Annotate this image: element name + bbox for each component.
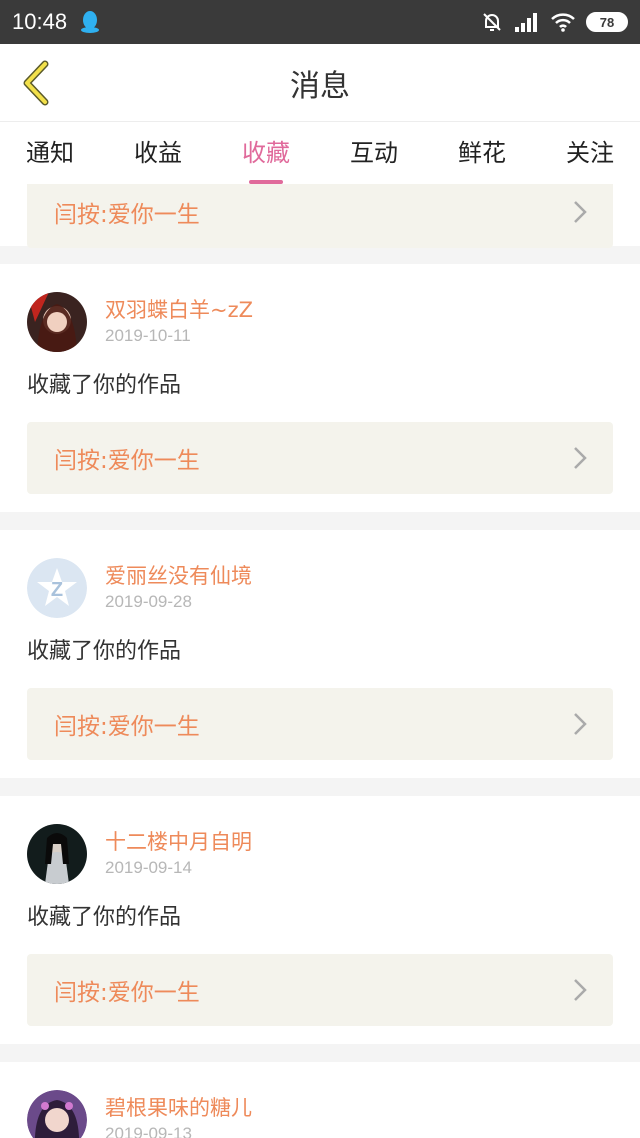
avatar[interactable] <box>27 292 87 352</box>
tab-earnings[interactable]: 收益 <box>134 133 182 174</box>
work-link[interactable]: 闫按:爱你一生 <box>27 184 613 248</box>
list-item: Z 爱丽丝没有仙境 2019-09-28 收藏了你的作品 闫按:爱你一生 <box>0 530 640 778</box>
work-title: 闫按:爱你一生 <box>54 714 200 740</box>
list-item: 双羽蝶白羊~zZ 2019-10-11 收藏了你的作品 闫按:爱你一生 <box>0 264 640 512</box>
avatar[interactable]: Z <box>27 558 87 618</box>
list-item: 十二楼中月自明 2019-09-14 收藏了你的作品 闫按:爱你一生 <box>0 796 640 1044</box>
work-link[interactable]: 闫按:爱你一生 <box>27 954 613 1026</box>
chevron-right-icon <box>574 979 587 1001</box>
date: 2019-09-14 <box>105 858 192 877</box>
chevron-right-icon <box>574 713 587 735</box>
action-text: 收藏了你的作品 <box>27 639 182 664</box>
work-title: 闫按:爱你一生 <box>54 448 200 474</box>
back-button[interactable] <box>14 58 58 108</box>
action-text: 收藏了你的作品 <box>27 905 182 930</box>
wifi-icon <box>551 13 575 32</box>
list-item: 闫按:爱你一生 <box>0 184 640 248</box>
username[interactable]: 双羽蝶白羊~zZ <box>105 296 253 324</box>
signal-icon <box>515 13 537 32</box>
username[interactable]: 碧根果味的糖儿 <box>105 1094 252 1122</box>
tab-flowers[interactable]: 鲜花 <box>458 133 506 174</box>
mute-bell-icon <box>483 13 501 31</box>
action-text: 收藏了你的作品 <box>27 373 182 398</box>
chevron-left-icon <box>23 60 49 106</box>
list-item: 碧根果味的糖儿 2019-09-13 <box>0 1062 640 1138</box>
tab-bar: 通知 收益 收藏 互动 鲜花 关注 <box>0 122 640 184</box>
tab-interactions[interactable]: 互动 <box>350 133 398 174</box>
page-title: 消息 <box>290 68 350 104</box>
date: 2019-09-13 <box>105 1124 192 1138</box>
work-title: 闫按:爱你一生 <box>54 980 200 1006</box>
tab-follows[interactable]: 关注 <box>566 133 614 174</box>
work-title: 闫按:爱你一生 <box>54 202 200 228</box>
chevron-right-icon <box>574 447 587 469</box>
date: 2019-09-28 <box>105 592 192 611</box>
tab-favorites[interactable]: 收藏 <box>242 133 290 174</box>
date: 2019-10-11 <box>105 326 191 345</box>
svg-text:Z: Z <box>51 579 63 601</box>
status-bar: 10:48 78 <box>0 0 640 44</box>
qq-icon <box>81 11 100 33</box>
battery-indicator: 78 <box>586 12 628 32</box>
message-list[interactable]: 闫按:爱你一生 双羽蝶白羊~zZ 2019-10-11 收藏了你的作品 闫按:爱… <box>0 184 640 1138</box>
title-bar: 消息 <box>0 44 640 122</box>
avatar[interactable] <box>27 824 87 884</box>
work-link[interactable]: 闫按:爱你一生 <box>27 422 613 494</box>
username[interactable]: 爱丽丝没有仙境 <box>105 562 252 590</box>
status-time: 10:48 <box>12 9 68 34</box>
username[interactable]: 十二楼中月自明 <box>105 828 252 856</box>
chevron-right-icon <box>574 201 587 223</box>
work-link[interactable]: 闫按:爱你一生 <box>27 688 613 760</box>
avatar[interactable] <box>27 1090 87 1138</box>
tab-notifications[interactable]: 通知 <box>26 133 74 174</box>
